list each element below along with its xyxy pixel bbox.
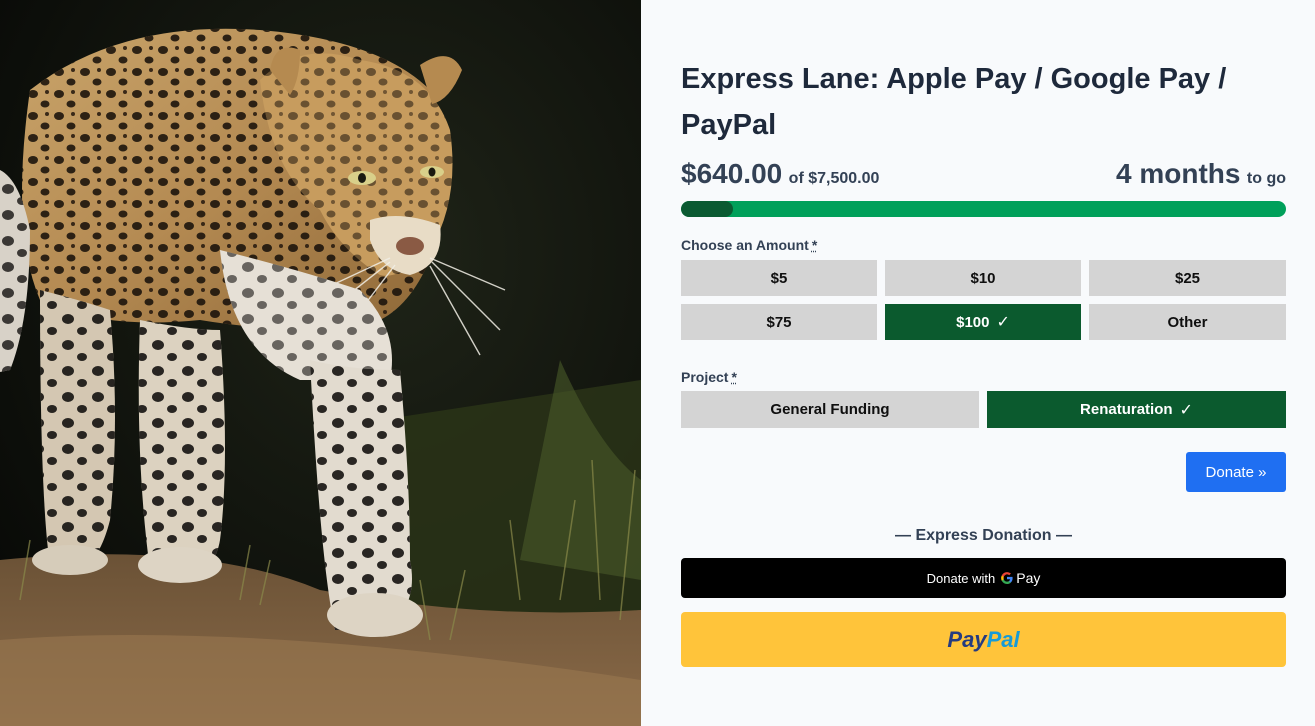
amount-raised: $640.00 of $7,500.00	[681, 158, 879, 190]
amount-option-label: $25	[1174, 269, 1201, 287]
amount-option[interactable]: $25	[1089, 260, 1286, 296]
amount-option-label: Other	[1167, 313, 1208, 331]
amount-option[interactable]: $10	[885, 260, 1081, 296]
project-option[interactable]: General Funding	[681, 391, 979, 428]
amount-label: Choose an Amount *	[681, 237, 817, 253]
amount-option-label: $10	[970, 269, 996, 287]
paypal-button[interactable]: Pay Pal	[681, 612, 1286, 667]
leopard-photo	[0, 0, 641, 726]
donation-panel: Express Lane: Apple Pay / Google Pay / P…	[641, 0, 1315, 726]
project-options: General Funding Renaturation ✓	[681, 391, 1286, 428]
project-label: Project *	[681, 369, 737, 385]
project-option-label: General Funding	[770, 401, 890, 418]
gpay-suffix: Pay	[1016, 570, 1041, 586]
fundraising-summary: $640.00 of $7,500.00 4 months to go	[681, 158, 1286, 198]
amount-option[interactable]: $5	[681, 260, 877, 296]
checkmark-icon: ✓	[1179, 401, 1193, 419]
time-value: 4 months	[1115, 158, 1241, 189]
campaign-title: Express Lane: Apple Pay / Google Pay / P…	[681, 63, 1227, 141]
goal-text: of $7,500.00	[788, 170, 880, 187]
project-option-label: Renaturation	[1080, 401, 1173, 418]
progress-bar	[681, 201, 1286, 217]
amount-option[interactable]: $100 ✓	[885, 304, 1081, 340]
amount-option[interactable]: Other	[1089, 304, 1286, 340]
progress-fill	[681, 201, 733, 217]
project-option[interactable]: Renaturation ✓	[987, 391, 1286, 428]
express-donation-heading: — Express Donation —	[895, 527, 1072, 544]
google-pay-button[interactable]: Donate with Pay	[681, 558, 1286, 598]
amount-option-label: $75	[766, 313, 792, 331]
paypal-logo-part1: Pay	[947, 626, 987, 652]
project-label-text: Project	[681, 369, 729, 385]
amount-option[interactable]: $75	[681, 304, 877, 340]
checkmark-icon: ✓	[996, 314, 1010, 331]
leopard-illustration	[0, 0, 641, 726]
amount-options: $5 $10 $25 $75 $100 ✓ Other	[681, 260, 1286, 340]
donate-button[interactable]: Donate »	[1186, 452, 1286, 492]
paypal-logo-part2: Pal	[986, 626, 1020, 652]
required-marker: *	[811, 237, 818, 253]
raised-value: $640.00	[681, 158, 783, 189]
amount-option-label: $100	[956, 313, 990, 331]
required-marker: *	[731, 369, 737, 385]
time-suffix: to go	[1246, 170, 1286, 187]
amount-label-text: Choose an Amount	[681, 237, 809, 253]
gpay-prefix: Donate with	[926, 570, 996, 586]
amount-option-label: $5	[770, 269, 788, 287]
time-remaining: 4 months to go	[1116, 158, 1286, 190]
google-g-icon	[1000, 571, 1014, 585]
